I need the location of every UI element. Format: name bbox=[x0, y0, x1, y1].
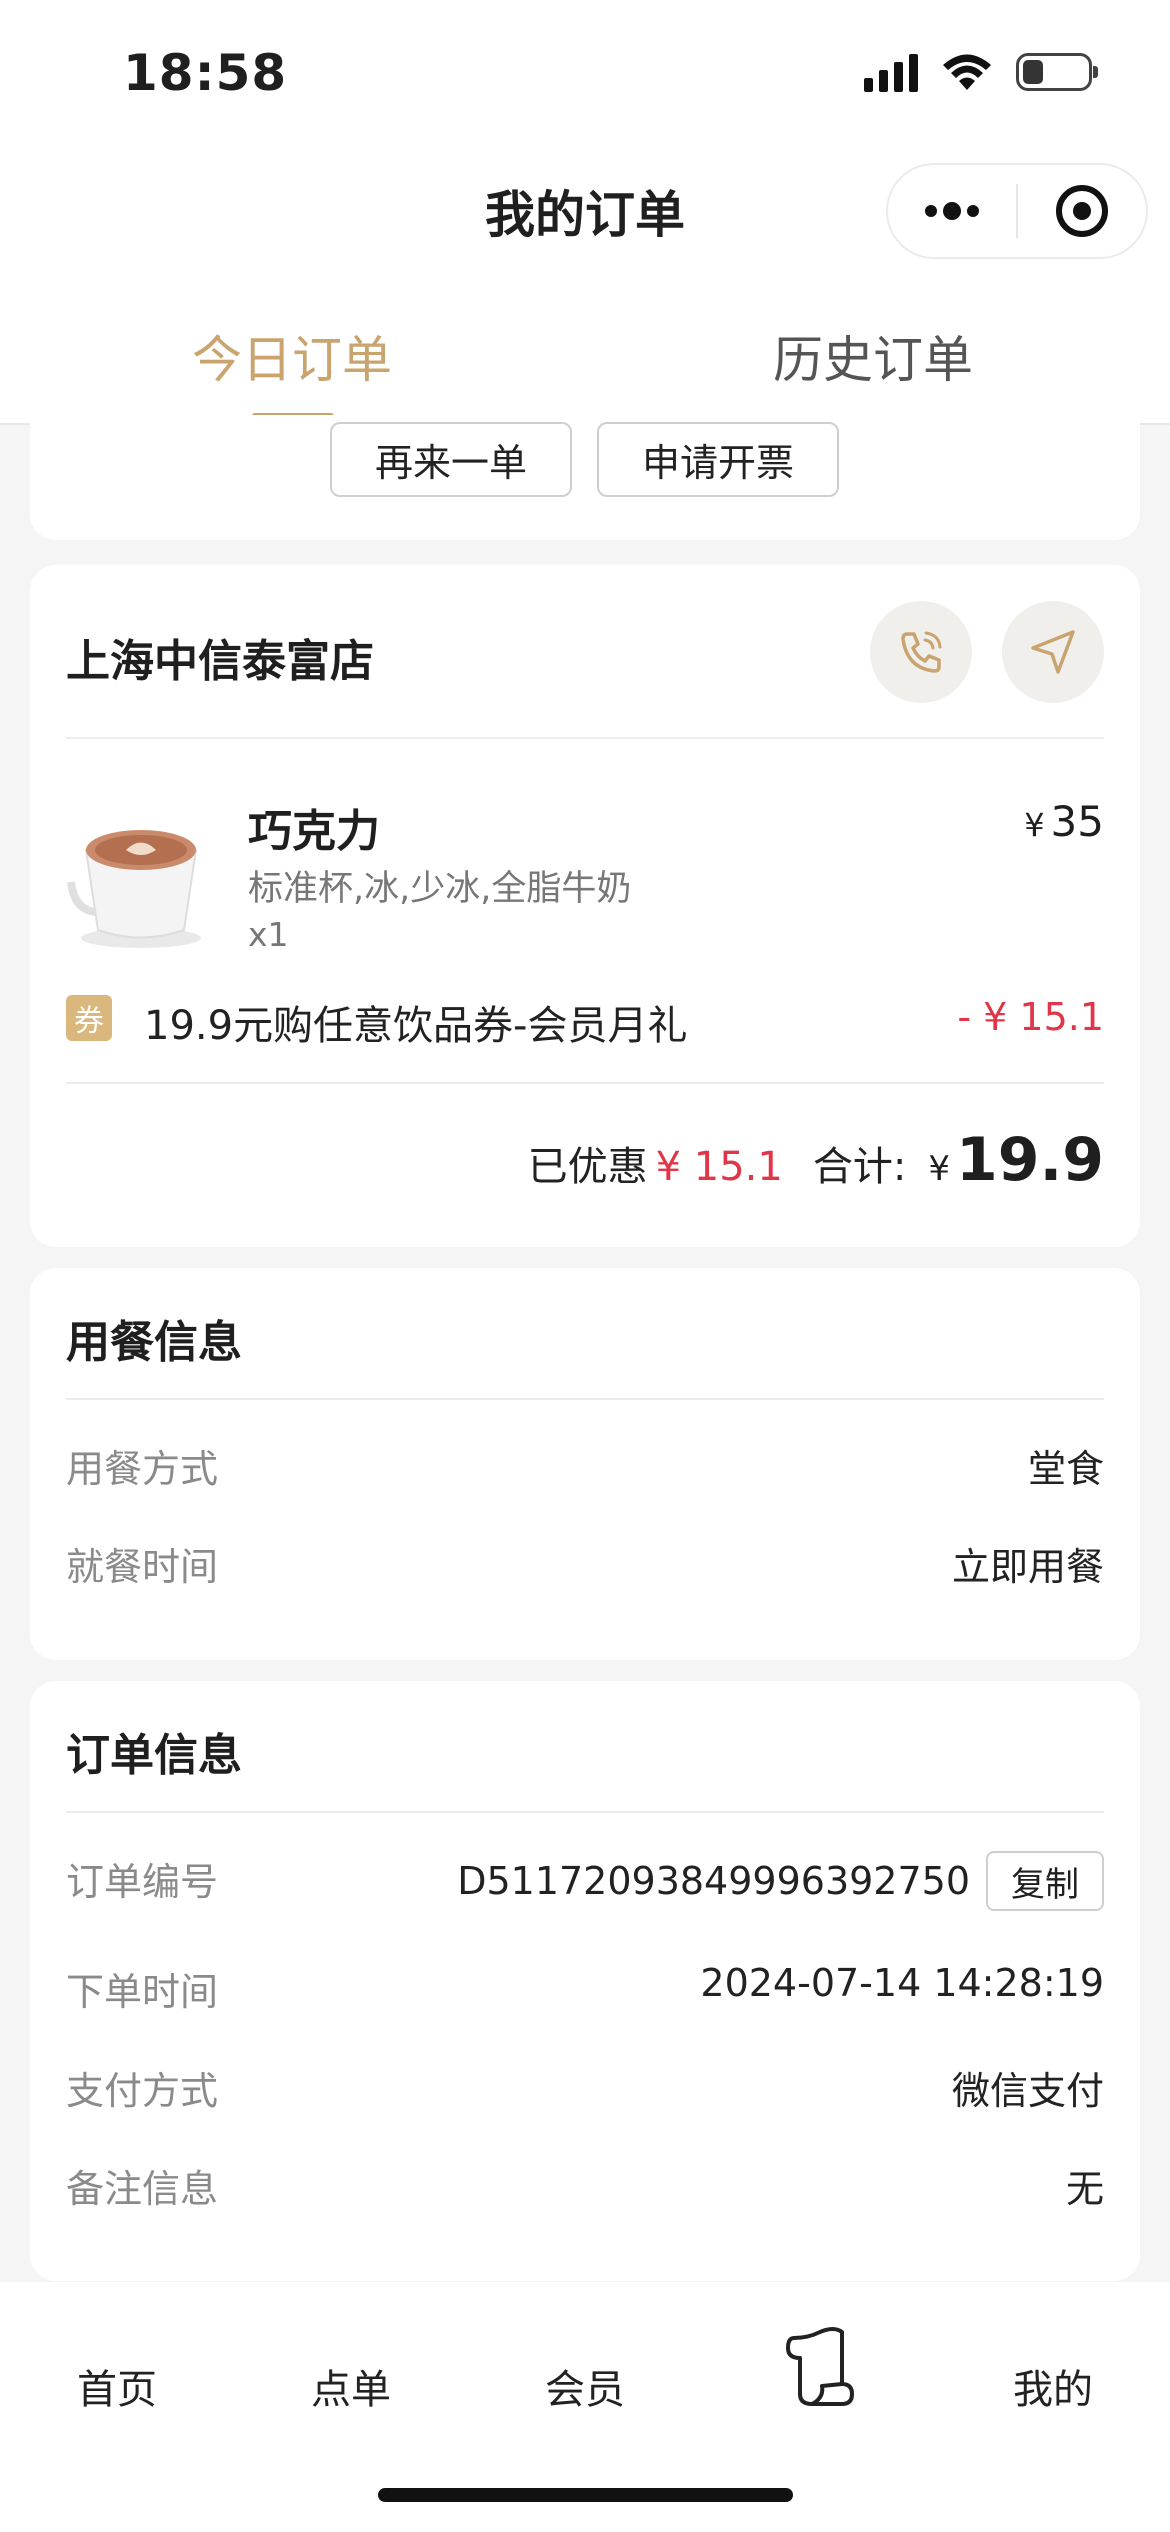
order-summary: 已优惠 ¥ 15.1 合计: ¥ 19.9 bbox=[528, 1125, 1104, 1195]
dining-mode-label: 用餐方式 bbox=[66, 1447, 219, 1491]
coupon-badge: 券 bbox=[66, 995, 112, 1041]
discount-value: ¥ 15.1 bbox=[655, 1144, 783, 1190]
order-tabs: 今日订单 历史订单 bbox=[0, 265, 1170, 425]
status-time: 18:58 bbox=[123, 44, 288, 102]
cellular-signal-icon bbox=[864, 52, 918, 92]
order-info-card: 订单信息 订单编号 D5117209384999639275​0 复制 下单时间… bbox=[30, 1681, 1140, 2281]
total-currency: ¥ bbox=[928, 1149, 950, 1189]
product-price: ¥35 bbox=[1024, 797, 1104, 846]
order-card: 上海中信泰富店 巧克力 标准杯,冰,少冰,全脂牛奶 x1 ¥35 券 19.9元… bbox=[30, 565, 1140, 1247]
call-store-button[interactable] bbox=[870, 601, 972, 703]
invoice-button[interactable]: 申请开票 bbox=[597, 422, 839, 497]
product-name: 巧克力 bbox=[248, 806, 380, 857]
tabbar-mine[interactable]: 我的 bbox=[993, 2357, 1113, 2415]
receipt-scroll-icon bbox=[786, 2327, 854, 2406]
copy-order-number-button[interactable]: 复制 bbox=[986, 1851, 1104, 1911]
coupon-name: 19.9元购任意饮品券-会员月礼 bbox=[144, 1003, 688, 1049]
battery-icon bbox=[1016, 53, 1098, 91]
total-amount: 19.9 bbox=[955, 1125, 1104, 1195]
order-number-label: 订单编号 bbox=[66, 1860, 219, 1904]
status-bar: 18:58 bbox=[0, 0, 1170, 150]
dining-time-value: 立即用餐 bbox=[951, 1545, 1104, 1589]
wifi-icon bbox=[943, 54, 991, 90]
dining-info-title: 用餐信息 bbox=[66, 1317, 242, 1368]
more-button[interactable] bbox=[888, 165, 1016, 257]
divider bbox=[66, 1398, 1104, 1400]
home-indicator bbox=[378, 2488, 793, 2502]
total-label: 合计: bbox=[812, 1144, 907, 1190]
dining-info-card: 用餐信息 用餐方式 堂食 就餐时间 立即用餐 bbox=[30, 1268, 1140, 1660]
product-image bbox=[66, 810, 216, 960]
currency-symbol: ¥ bbox=[1024, 806, 1045, 844]
reorder-button[interactable]: 再来一单 bbox=[330, 422, 572, 497]
order-time-label: 下单时间 bbox=[66, 1970, 219, 2014]
payment-method-label: 支付方式 bbox=[66, 2069, 219, 2113]
more-dots-icon bbox=[925, 202, 979, 220]
order-number-value: D5117209384999639275​0 bbox=[457, 1859, 970, 1903]
payment-method-value: 微信支付 bbox=[951, 2069, 1104, 2113]
close-miniprogram-button[interactable] bbox=[1018, 165, 1146, 257]
remark-value: 无 bbox=[1065, 2167, 1104, 2211]
tab-history[interactable]: 历史订单 bbox=[673, 320, 1073, 392]
miniprogram-capsule bbox=[886, 163, 1148, 259]
product-quantity: x1 bbox=[248, 915, 289, 954]
price-value: 35 bbox=[1050, 797, 1104, 846]
divider bbox=[66, 1082, 1104, 1084]
tabbar-order[interactable]: 点单 bbox=[291, 2357, 411, 2415]
target-icon bbox=[1056, 185, 1108, 237]
store-name: 上海中信泰富店 bbox=[66, 636, 374, 687]
divider bbox=[66, 737, 1104, 739]
order-time-value: 2024-07-14 14:28:19 bbox=[700, 1961, 1104, 2005]
tab-today[interactable]: 今日订单 bbox=[92, 320, 492, 392]
dining-mode-value: 堂食 bbox=[1027, 1447, 1104, 1491]
previous-order-card: 再来一单 申请开票 bbox=[30, 415, 1140, 540]
status-icons bbox=[864, 52, 1098, 92]
dining-time-label: 就餐时间 bbox=[66, 1545, 219, 1589]
coupon-amount: - ¥ 15.1 bbox=[957, 995, 1104, 1039]
divider bbox=[66, 1811, 1104, 1813]
phone-icon bbox=[901, 631, 942, 673]
nav-header: 我的订单 bbox=[0, 150, 1170, 265]
remark-label: 备注信息 bbox=[66, 2167, 219, 2211]
product-spec: 标准杯,冰,少冰,全脂牛奶 bbox=[248, 869, 632, 909]
tabbar-home[interactable]: 首页 bbox=[57, 2357, 177, 2415]
navigation-arrow-icon bbox=[1031, 630, 1075, 674]
tabbar-member[interactable]: 会员 bbox=[525, 2357, 645, 2415]
order-info-title: 订单信息 bbox=[66, 1730, 242, 1781]
tabbar-orders[interactable] bbox=[780, 2318, 860, 2408]
navigate-button[interactable] bbox=[1002, 601, 1104, 703]
discount-label: 已优惠 bbox=[527, 1144, 648, 1190]
